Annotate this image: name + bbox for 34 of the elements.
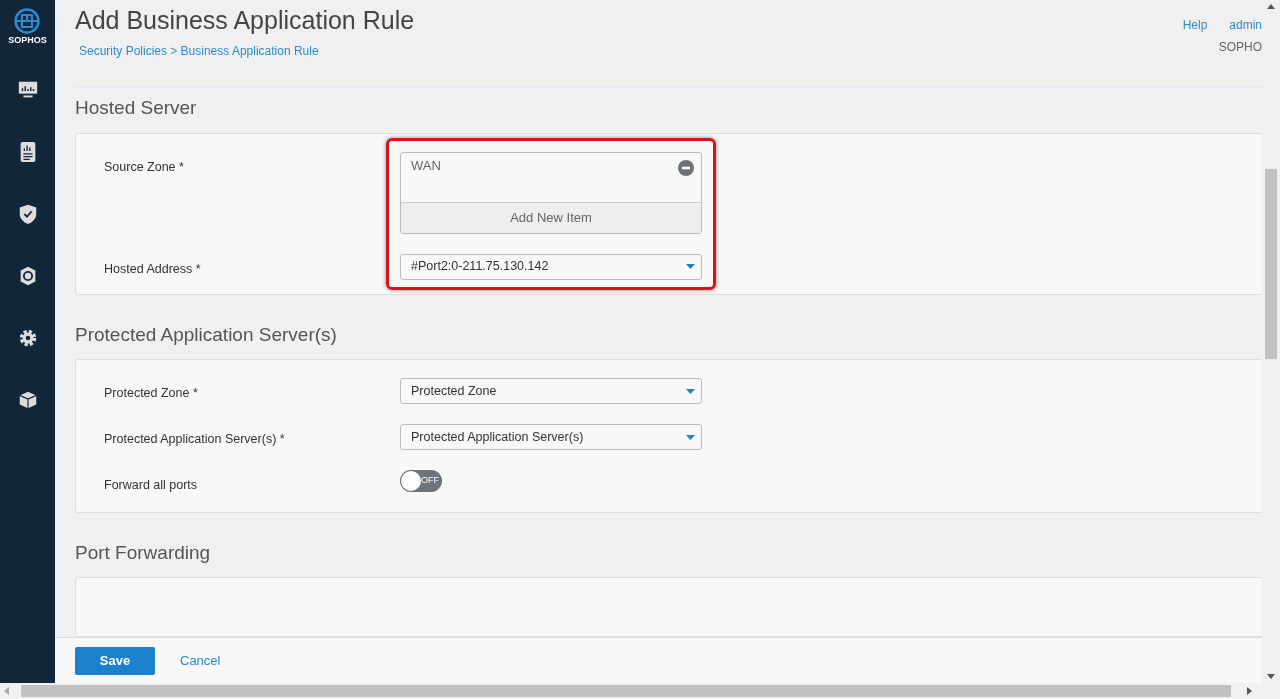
cancel-link[interactable]: Cancel [180, 650, 221, 671]
field-label: Source Zone * [104, 158, 185, 176]
header-link[interactable]: admin [1229, 18, 1262, 32]
scroll-right-icon[interactable] [1247, 687, 1252, 695]
scroll-up-icon[interactable] [1267, 4, 1275, 9]
dropdown[interactable]: #Port2:0-211.75.130.142 [400, 253, 702, 280]
breadcrumb-separator: > [170, 43, 178, 60]
scroll-down-icon[interactable] [1267, 674, 1275, 679]
header-link[interactable]: Help [1182, 18, 1208, 32]
globe-logo-icon [14, 8, 41, 34]
section-title: Protected Application Server(s) [75, 322, 338, 347]
dropdown[interactable]: Protected Application Server(s) [400, 424, 702, 450]
appliance-name: SOPHO [1217, 39, 1262, 56]
caret-icon [686, 264, 695, 269]
field-label: Hosted Address * [104, 260, 202, 278]
section-title: Hosted Server [75, 96, 198, 120]
dropdown[interactable]: Protected Zone [400, 378, 702, 404]
page-title: Add Business Application Rule [75, 5, 415, 36]
field-label: Forward all ports [104, 477, 199, 494]
breadcrumb-link[interactable]: Security Policies [79, 42, 168, 60]
field-label: Protected Application Server(s) * [104, 431, 286, 448]
caret-icon [686, 388, 695, 394]
caret-icon [686, 434, 695, 440]
save-button[interactable]: Save [75, 646, 155, 675]
remove-icon[interactable] [678, 159, 694, 176]
breadcrumb-link[interactable]: Business Application Rule [180, 42, 319, 60]
scrollbar-thumb[interactable] [1265, 169, 1277, 359]
field-label: Protected Zone * [104, 385, 199, 402]
logo-text: SOPHOS [8, 34, 47, 47]
list-item-text: WAN [411, 156, 441, 175]
scrollbar-thumb[interactable] [21, 685, 1231, 697]
section-title: Port Forwarding [75, 540, 212, 565]
toggle-switch[interactable]: OFF [400, 470, 442, 492]
add-item-button[interactable]: Add New Item [401, 202, 701, 233]
